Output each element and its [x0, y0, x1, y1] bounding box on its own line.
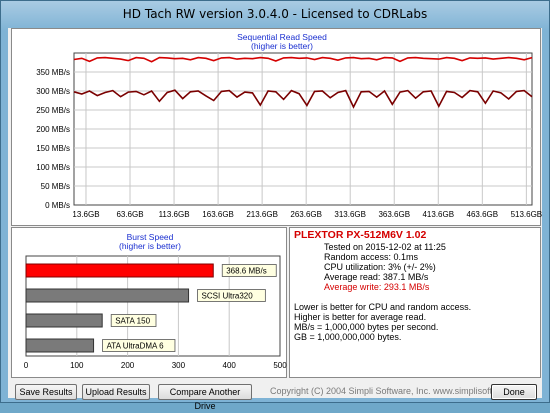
cpu-utilization: CPU utilization: 3% (+/- 2%) [324, 262, 436, 272]
burst-bar [25, 288, 190, 303]
note-read: Higher is better for average read. [294, 312, 427, 322]
burst-bar [25, 313, 103, 328]
burst-x-tick-label: 300 [172, 361, 186, 370]
read-x-tick-label: 13.6GB [72, 210, 99, 219]
read-y-tick-label: 0 MB/s [45, 201, 70, 210]
burst-x-tick-label: 100 [70, 361, 84, 370]
burst-speed-panel: Burst Speed (higher is better) 368.6 MB/… [11, 227, 287, 378]
window-title: HD Tach RW version 3.0.4.0 - Licensed to… [122, 7, 428, 21]
read-x-tick-label: 513.6GB [511, 210, 542, 219]
read-x-tick-label: 313.6GB [334, 210, 366, 219]
read-chart-subtitle: (higher is better) [251, 41, 313, 51]
burst-bar-label: SCSI Ultra320 [202, 292, 254, 301]
read-x-tick-label: 363.6GB [378, 210, 410, 219]
burst-bar-label: SATA 150 [115, 317, 150, 326]
read-y-tick-label: 300 MB/s [36, 87, 70, 96]
random-access: Random access: 0.1ms [324, 252, 419, 262]
burst-chart-subtitle: (higher is better) [119, 241, 181, 251]
read-y-tick-label: 150 MB/s [36, 144, 70, 153]
drive-name: PLEXTOR PX-512M6V 1.02 [294, 229, 427, 241]
burst-bar [25, 263, 214, 278]
read-x-tick-label: 463.6GB [467, 210, 499, 219]
compare-drive-button[interactable]: Compare Another Drive [158, 384, 252, 411]
read-x-tick-label: 263.6GB [290, 210, 322, 219]
sequential-read-chart: Sequential Read Speed (higher is better)… [36, 32, 542, 219]
upload-results-button[interactable]: Upload Results [82, 384, 150, 400]
read-x-tick-label: 113.6GB [159, 210, 190, 219]
title-bar[interactable]: HD Tach RW version 3.0.4.0 - Licensed to… [1, 1, 549, 27]
burst-x-tick-label: 200 [121, 361, 135, 370]
tested-on: Tested on 2015-12-02 at 11:25 [324, 242, 446, 252]
burst-x-tick-label: 400 [223, 361, 237, 370]
note-gb: GB = 1,000,000,000 bytes. [294, 332, 402, 342]
read-x-tick-label: 413.6GB [422, 210, 454, 219]
note-mbs: MB/s = 1,000,000 bytes per second. [294, 322, 439, 332]
burst-bar-label: 368.6 MB/s [226, 267, 266, 276]
read-y-tick-label: 250 MB/s [36, 106, 70, 115]
client-area: Sequential Read Speed (higher is better)… [8, 28, 542, 411]
read-y-tick-label: 100 MB/s [36, 163, 70, 172]
average-write: Average write: 293.1 MB/s [324, 282, 430, 292]
done-button[interactable]: Done [491, 384, 537, 400]
note-cpu: Lower is better for CPU and random acces… [294, 302, 472, 312]
read-y-tick-label: 200 MB/s [36, 125, 70, 134]
average-read: Average read: 387.1 MB/s [324, 272, 429, 282]
sequential-read-panel: Sequential Read Speed (higher is better)… [11, 28, 542, 226]
burst-x-tick-label: 0 [24, 361, 29, 370]
burst-bar [25, 338, 95, 353]
read-x-tick-label: 163.6GB [202, 210, 234, 219]
app-window: HD Tach RW version 3.0.4.0 - Licensed to… [0, 0, 550, 411]
read-y-tick-label: 350 MB/s [36, 68, 70, 77]
read-x-tick-label: 213.6GB [246, 210, 278, 219]
save-results-button[interactable]: Save Results [15, 384, 77, 400]
burst-x-tick-label: 500 [273, 361, 287, 370]
results-info-panel: PLEXTOR PX-512M6V 1.02 Tested on 2015-12… [289, 227, 541, 378]
burst-speed-chart: Burst Speed (higher is better) 368.6 MB/… [24, 232, 287, 370]
burst-bar-label: ATA UltraDMA 6 [107, 342, 165, 351]
read-x-tick-label: 63.6GB [116, 210, 143, 219]
read-y-tick-label: 50 MB/s [41, 182, 70, 191]
